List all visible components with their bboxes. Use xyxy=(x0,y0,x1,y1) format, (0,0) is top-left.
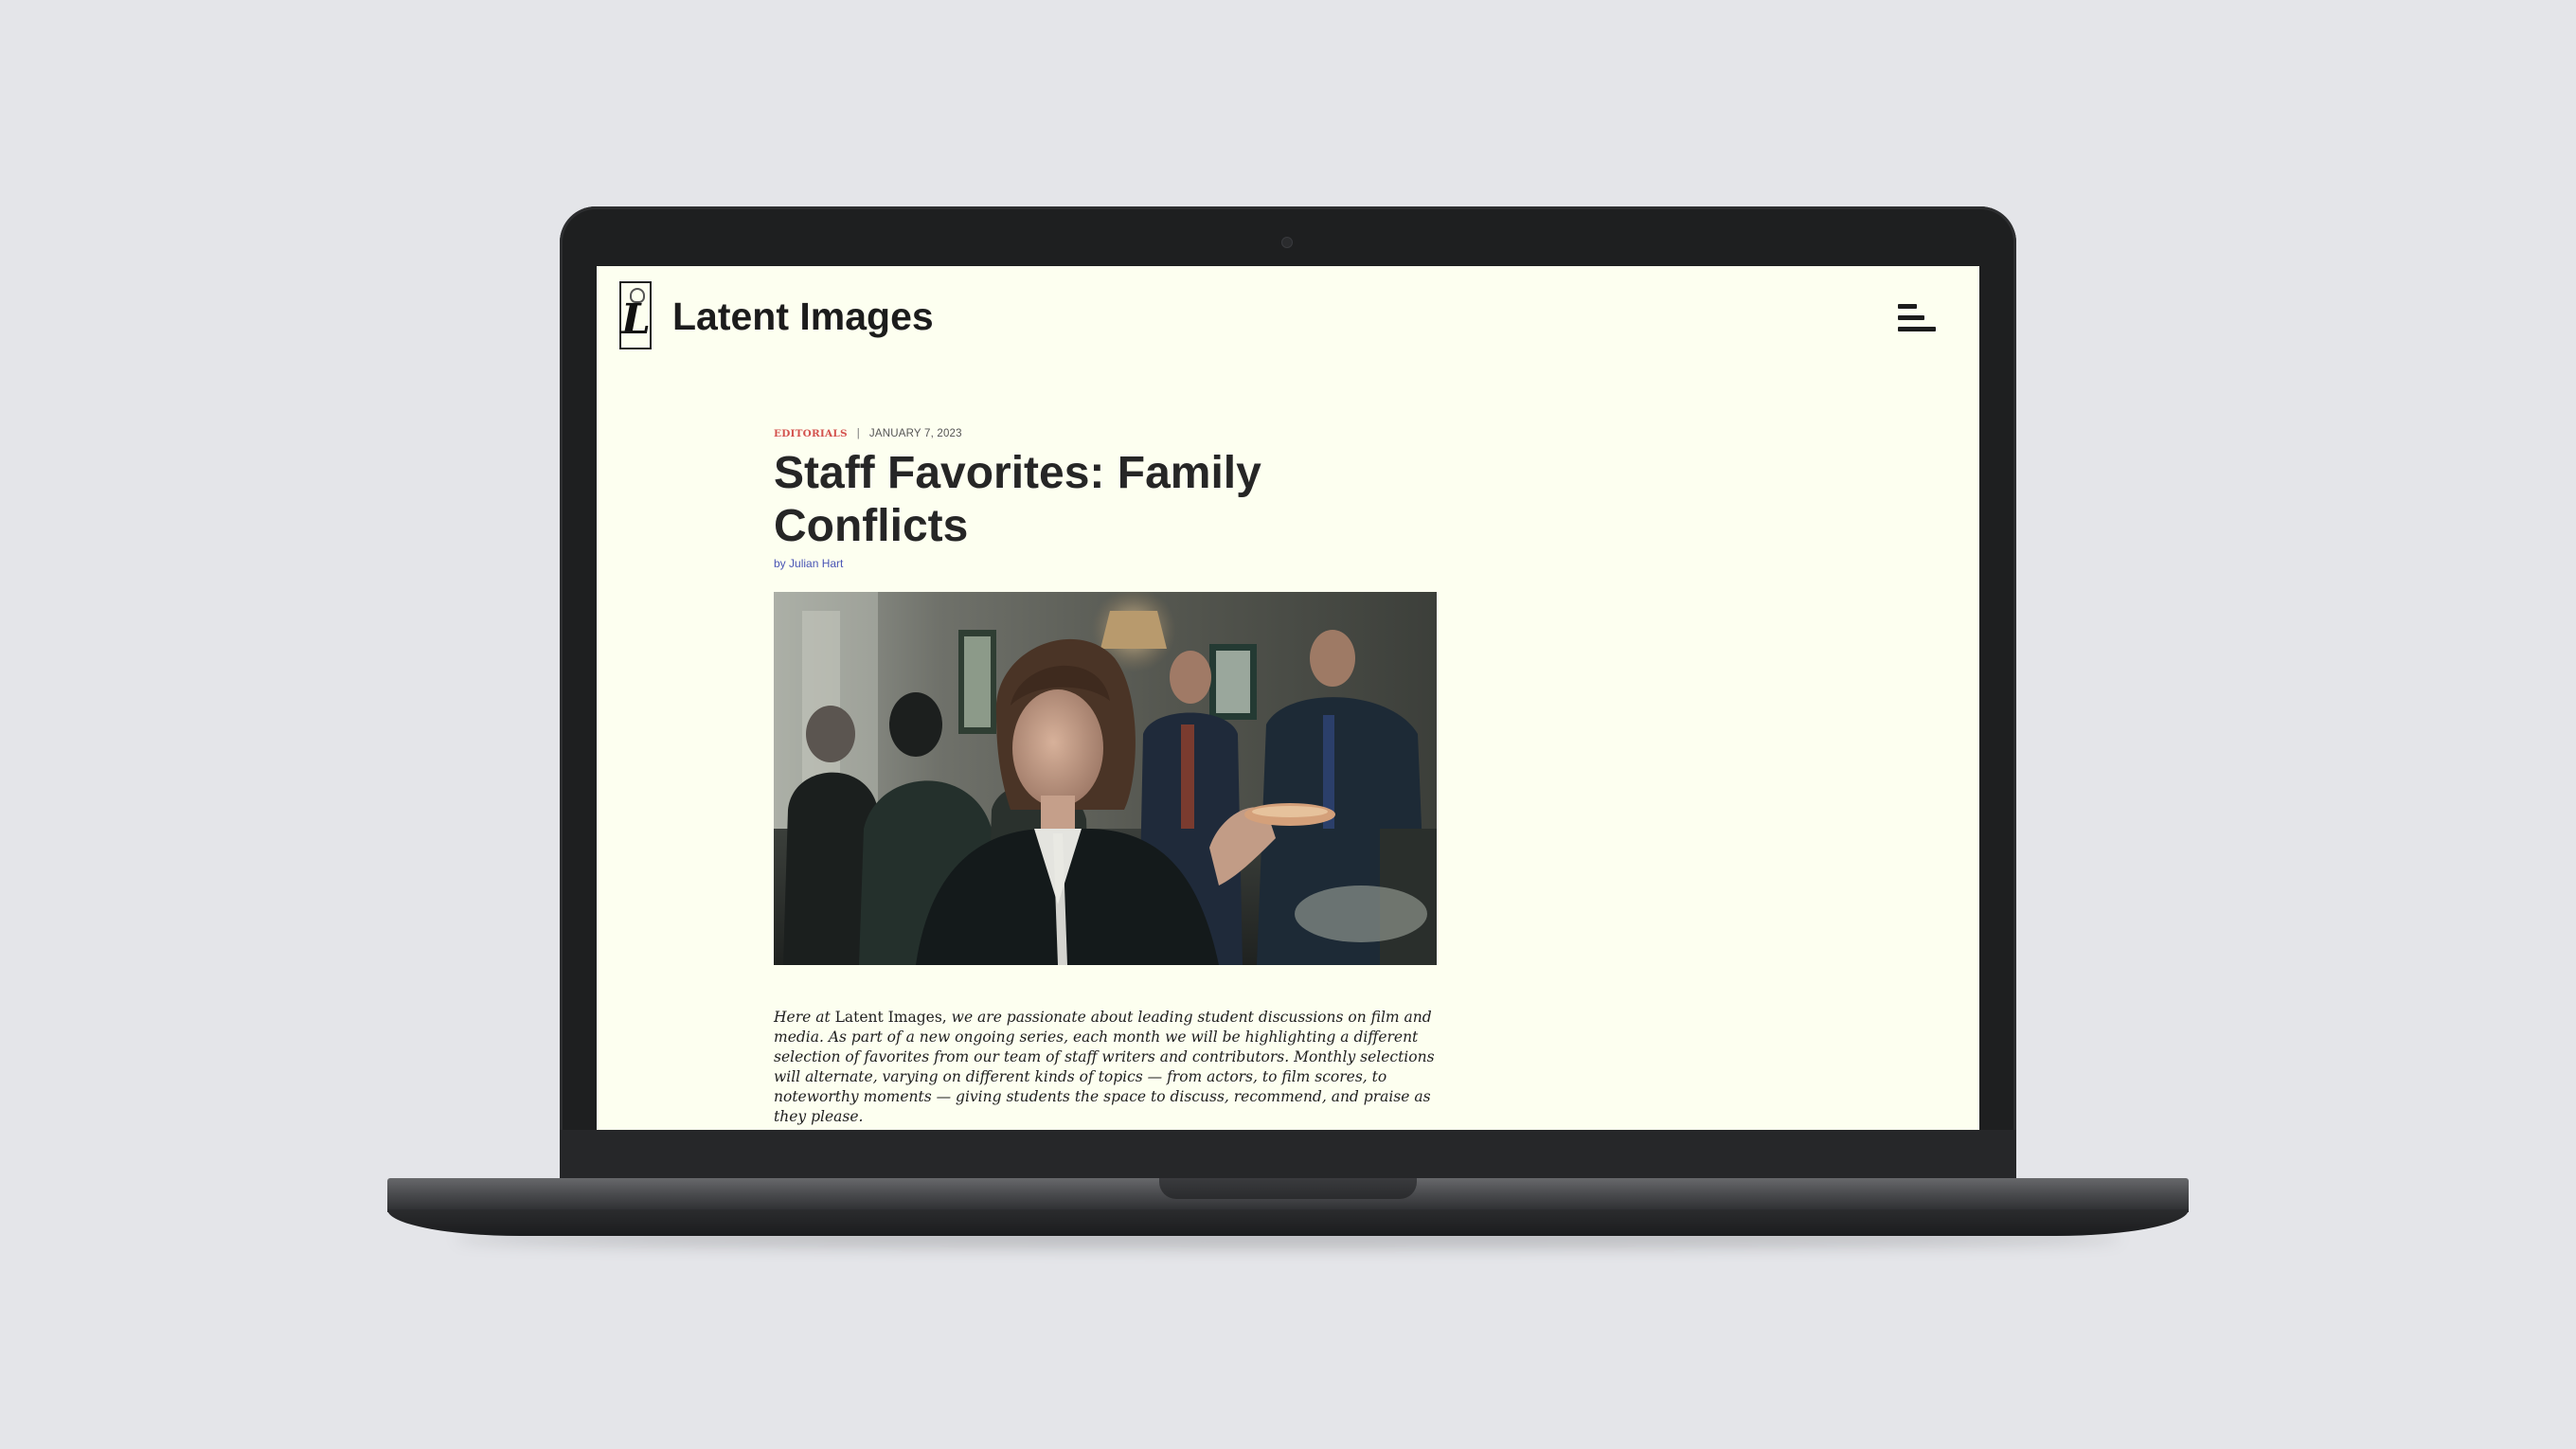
article-lede: Here at Latent Images, we are passionate… xyxy=(774,1008,1441,1127)
browser-viewport: L Latent Images EDITORIALS | JANUARY 7, 20… xyxy=(597,266,1979,1130)
menu-bar-top xyxy=(1898,304,1917,309)
publish-date: JANUARY 7, 2023 xyxy=(868,428,962,439)
byline: by Julian Hart xyxy=(774,556,1437,571)
film-still-image xyxy=(774,592,1437,965)
menu-bar-bottom xyxy=(1898,327,1936,331)
laptop-bezel-bottom xyxy=(560,1130,2016,1182)
menu-bar-middle xyxy=(1898,315,1924,320)
author-link[interactable]: Julian Hart xyxy=(789,557,843,570)
publication-name: Latent Images, xyxy=(834,1009,947,1026)
mockup-stage: L Latent Images EDITORIALS | JANUARY 7, 20… xyxy=(0,0,2576,1449)
category-link[interactable]: EDITORIALS xyxy=(774,428,848,439)
site-title[interactable]: Latent Images xyxy=(672,293,934,340)
lede-intro: Here at xyxy=(774,1009,831,1026)
article-header: EDITORIALS | JANUARY 7, 2023 Staff Favorit… xyxy=(774,427,1437,571)
site-logo[interactable]: L xyxy=(619,281,652,349)
camera-icon xyxy=(1282,238,1292,247)
byline-prefix: by xyxy=(774,557,786,570)
site-header: L Latent Images xyxy=(597,266,1979,370)
laptop-notch xyxy=(1159,1178,1417,1199)
meta-separator: | xyxy=(856,428,860,439)
laptop-base-lower xyxy=(387,1209,2189,1236)
article-title: Staff Favorites: Family Conflicts xyxy=(774,448,1261,551)
lede-body: we are passionate about leading student … xyxy=(774,1009,1435,1125)
hamburger-menu-icon[interactable] xyxy=(1896,302,1941,334)
article-meta: EDITORIALS | JANUARY 7, 2023 xyxy=(774,427,1437,440)
logo-letter: L xyxy=(621,295,651,344)
hero-image xyxy=(774,592,1437,965)
